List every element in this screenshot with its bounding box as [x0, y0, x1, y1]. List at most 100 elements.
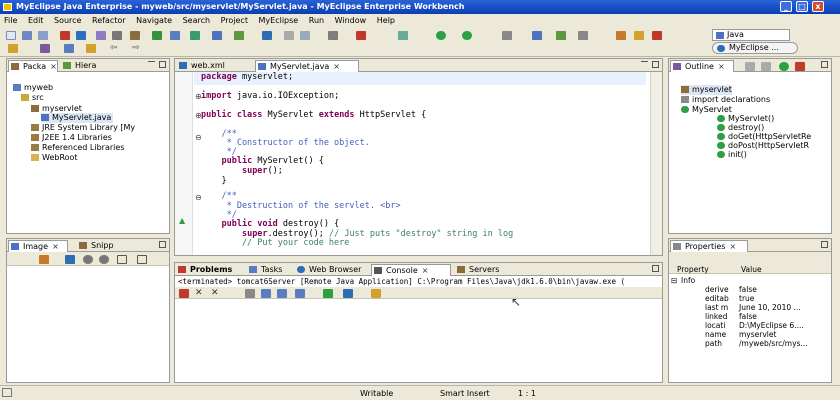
- server-icon[interactable]: [96, 31, 106, 40]
- menu-help[interactable]: Help: [373, 14, 399, 27]
- deploy-icon[interactable]: [76, 31, 86, 40]
- fast-view-icon[interactable]: [2, 388, 12, 397]
- zoom-in-icon[interactable]: [83, 255, 93, 264]
- maximize-view-icon[interactable]: [652, 265, 659, 272]
- menu-run[interactable]: Run: [305, 14, 328, 27]
- pin-icon[interactable]: [39, 255, 49, 264]
- property-row[interactable]: linked false: [669, 312, 831, 321]
- maximize-view-icon[interactable]: [821, 241, 828, 248]
- close-icon[interactable]: ×: [50, 62, 57, 71]
- maximize-view-icon[interactable]: [159, 241, 166, 248]
- external-tools-icon[interactable]: [462, 31, 472, 40]
- close-icon[interactable]: ×: [718, 62, 725, 71]
- annotation-icon[interactable]: [40, 44, 50, 53]
- zoom-out-icon[interactable]: [99, 255, 109, 264]
- open-resource-icon[interactable]: [578, 31, 588, 40]
- outline-item-package[interactable]: myservlet: [681, 85, 732, 95]
- editor-scrollbar[interactable]: [650, 72, 662, 255]
- tree-item-referenced[interactable]: Referenced Libraries: [31, 143, 124, 153]
- tab-web-browser[interactable]: Web Browser: [295, 264, 369, 276]
- show-on-output-icon[interactable]: [277, 289, 287, 298]
- tree-item-jre[interactable]: JRE System Library [My: [31, 123, 135, 133]
- properties-group-info[interactable]: ⊟ Info: [669, 276, 831, 285]
- maximize-view-icon[interactable]: [652, 61, 659, 68]
- wizard-icon[interactable]: [112, 31, 122, 40]
- tree-item-src[interactable]: src: [21, 93, 44, 103]
- tree-item-webroot[interactable]: WebRoot: [31, 153, 78, 163]
- outline-item-imports[interactable]: import declarations: [681, 95, 770, 105]
- tab-console[interactable]: Console ×: [371, 264, 451, 276]
- menu-search[interactable]: Search: [179, 14, 214, 27]
- menu-project[interactable]: Project: [217, 14, 252, 27]
- grid-icon[interactable]: [137, 255, 147, 264]
- minimize-view-icon[interactable]: [148, 61, 155, 68]
- server-stop-icon[interactable]: [652, 31, 662, 40]
- save-icon[interactable]: [22, 31, 32, 40]
- remove-launch-icon[interactable]: ✕: [195, 289, 205, 298]
- code-line-5[interactable]: public class MyServlet extends HttpServl…: [201, 109, 426, 121]
- open-type-icon[interactable]: [130, 31, 140, 40]
- hide-fields-icon[interactable]: [761, 62, 771, 71]
- property-row[interactable]: name myservlet: [669, 330, 831, 339]
- tab-tasks[interactable]: Tasks: [247, 264, 291, 276]
- edit-icon[interactable]: [8, 44, 18, 53]
- tree-item-myweb[interactable]: myweb: [13, 83, 53, 93]
- add-project-icon[interactable]: [234, 31, 244, 40]
- close-icon[interactable]: ×: [333, 62, 340, 71]
- show-on-error-icon[interactable]: [295, 289, 305, 298]
- property-row[interactable]: last m June 10, 2010 ...: [669, 303, 831, 312]
- actual-size-icon[interactable]: [117, 255, 127, 264]
- link-icon[interactable]: [284, 31, 294, 40]
- fit-icon[interactable]: [65, 255, 75, 264]
- new-web-icon[interactable]: [152, 31, 162, 40]
- tab-hierarchy[interactable]: Hiera: [61, 60, 113, 72]
- menu-file[interactable]: File: [0, 14, 21, 27]
- remove-all-icon[interactable]: ✕: [211, 289, 221, 298]
- jsp-icon[interactable]: [170, 31, 180, 40]
- close-button[interactable]: x: [812, 1, 824, 12]
- menu-window[interactable]: Window: [331, 14, 371, 27]
- property-row[interactable]: path/myweb/src/mys...: [669, 339, 831, 348]
- menu-myeclipse[interactable]: MyEclipse: [255, 14, 303, 27]
- new-icon[interactable]: [6, 31, 16, 40]
- menu-navigate[interactable]: Navigate: [132, 14, 176, 27]
- new-package-icon[interactable]: [532, 31, 542, 40]
- console-icon[interactable]: [328, 31, 338, 40]
- code-line-19[interactable]: // Put your code here: [201, 237, 349, 249]
- perspective-java[interactable]: Java: [712, 29, 790, 41]
- outline-item-init[interactable]: init(): [717, 150, 747, 160]
- property-row[interactable]: editab true: [669, 294, 831, 303]
- hide-nonpublic-icon[interactable]: [795, 62, 805, 71]
- open-console-icon[interactable]: [371, 289, 381, 298]
- sort-icon[interactable]: [745, 62, 755, 71]
- property-row[interactable]: locati D:\MyEclipse 6....: [669, 321, 831, 330]
- minimize-view-icon[interactable]: [641, 61, 648, 68]
- debug-server-icon[interactable]: [60, 31, 70, 40]
- tab-image[interactable]: Image ×: [8, 240, 68, 252]
- tab-properties[interactable]: Properties ×: [670, 240, 748, 252]
- menu-edit[interactable]: Edit: [24, 14, 48, 27]
- tree-item-myservlet-java[interactable]: MyServlet.java: [41, 113, 114, 123]
- clear-console-icon[interactable]: [245, 289, 255, 298]
- maximize-button[interactable]: □: [796, 1, 808, 12]
- html-icon[interactable]: [190, 31, 200, 40]
- tab-outline[interactable]: Outline ×: [670, 60, 734, 72]
- property-row[interactable]: derive false: [669, 285, 831, 294]
- search-icon[interactable]: [502, 31, 512, 40]
- terminate-icon[interactable]: [179, 289, 189, 298]
- scroll-lock-icon[interactable]: [261, 289, 271, 298]
- tab-servers[interactable]: Servers: [455, 264, 513, 276]
- code-line-12[interactable]: }: [201, 175, 226, 187]
- maximize-view-icon[interactable]: [159, 61, 166, 68]
- globe-icon[interactable]: [262, 31, 272, 40]
- tree-item-j2ee[interactable]: J2EE 1.4 Libraries: [31, 133, 112, 143]
- previous-annotation-icon[interactable]: [64, 44, 74, 53]
- hide-static-icon[interactable]: [779, 62, 789, 71]
- minimize-button[interactable]: _: [780, 1, 792, 12]
- menu-refactor[interactable]: Refactor: [88, 14, 130, 27]
- clipboard-icon[interactable]: [300, 31, 310, 40]
- image-icon[interactable]: [212, 31, 222, 40]
- code-line-3[interactable]: import java.io.IOException;: [201, 90, 339, 102]
- pin-console-icon[interactable]: [323, 289, 333, 298]
- new-class-icon[interactable]: [556, 31, 566, 40]
